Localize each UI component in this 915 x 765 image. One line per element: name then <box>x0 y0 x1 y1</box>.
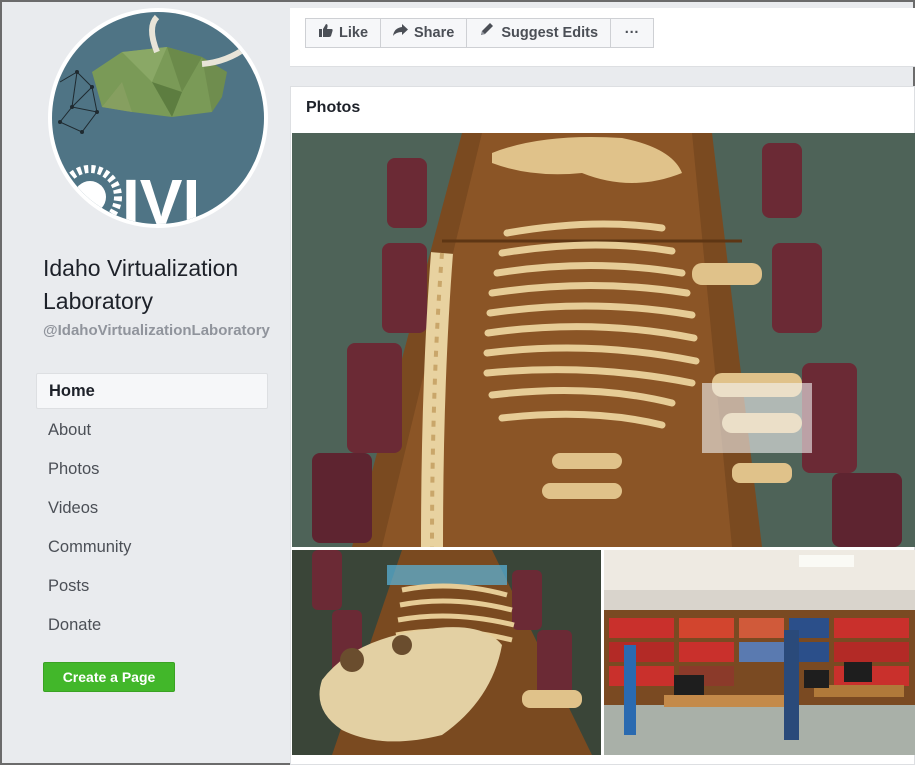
nav-item-posts[interactable]: Posts <box>36 568 268 604</box>
photos-card: Photos <box>290 86 915 765</box>
page-nav: Home About Photos Videos Community Posts… <box>36 373 268 646</box>
share-button[interactable]: Share <box>380 18 468 48</box>
like-label: Like <box>339 25 369 41</box>
photos-heading[interactable]: Photos <box>306 99 360 117</box>
nav-item-community[interactable]: Community <box>36 529 268 565</box>
suggest-edits-label: Suggest Edits <box>501 25 599 41</box>
page-title[interactable]: Idaho Virtualization Laboratory <box>43 252 283 318</box>
thumbs-up-icon <box>318 18 333 48</box>
photo-skeleton-on-tables[interactable] <box>292 133 915 547</box>
nav-item-home[interactable]: Home <box>36 373 268 409</box>
nav-item-videos[interactable]: Videos <box>36 490 268 526</box>
more-options-button[interactable]: ··· <box>610 18 655 48</box>
page-avatar[interactable]: IVL <box>48 8 268 228</box>
nav-item-donate[interactable]: Donate <box>36 607 268 643</box>
share-label: Share <box>414 25 455 41</box>
avatar-text: IVL <box>122 166 222 224</box>
page-action-bar: Like Share Suggest Edits ··· <box>290 8 915 67</box>
like-button[interactable]: Like <box>305 18 382 48</box>
suggest-edits-button[interactable]: Suggest Edits <box>466 18 612 48</box>
page-handle[interactable]: @IdahoVirtualizationLaboratory <box>43 320 273 341</box>
ellipsis-icon: ··· <box>624 25 640 41</box>
share-arrow-icon <box>393 18 409 48</box>
photo-library-lab-room[interactable] <box>604 550 915 755</box>
photo-rhino-skull-skeleton[interactable] <box>292 550 601 755</box>
nav-item-about[interactable]: About <box>36 412 268 448</box>
create-page-button[interactable]: Create a Page <box>43 662 175 692</box>
nav-item-photos[interactable]: Photos <box>36 451 268 487</box>
pencil-icon <box>479 18 495 48</box>
action-button-group: Like Share Suggest Edits ··· <box>305 18 655 48</box>
